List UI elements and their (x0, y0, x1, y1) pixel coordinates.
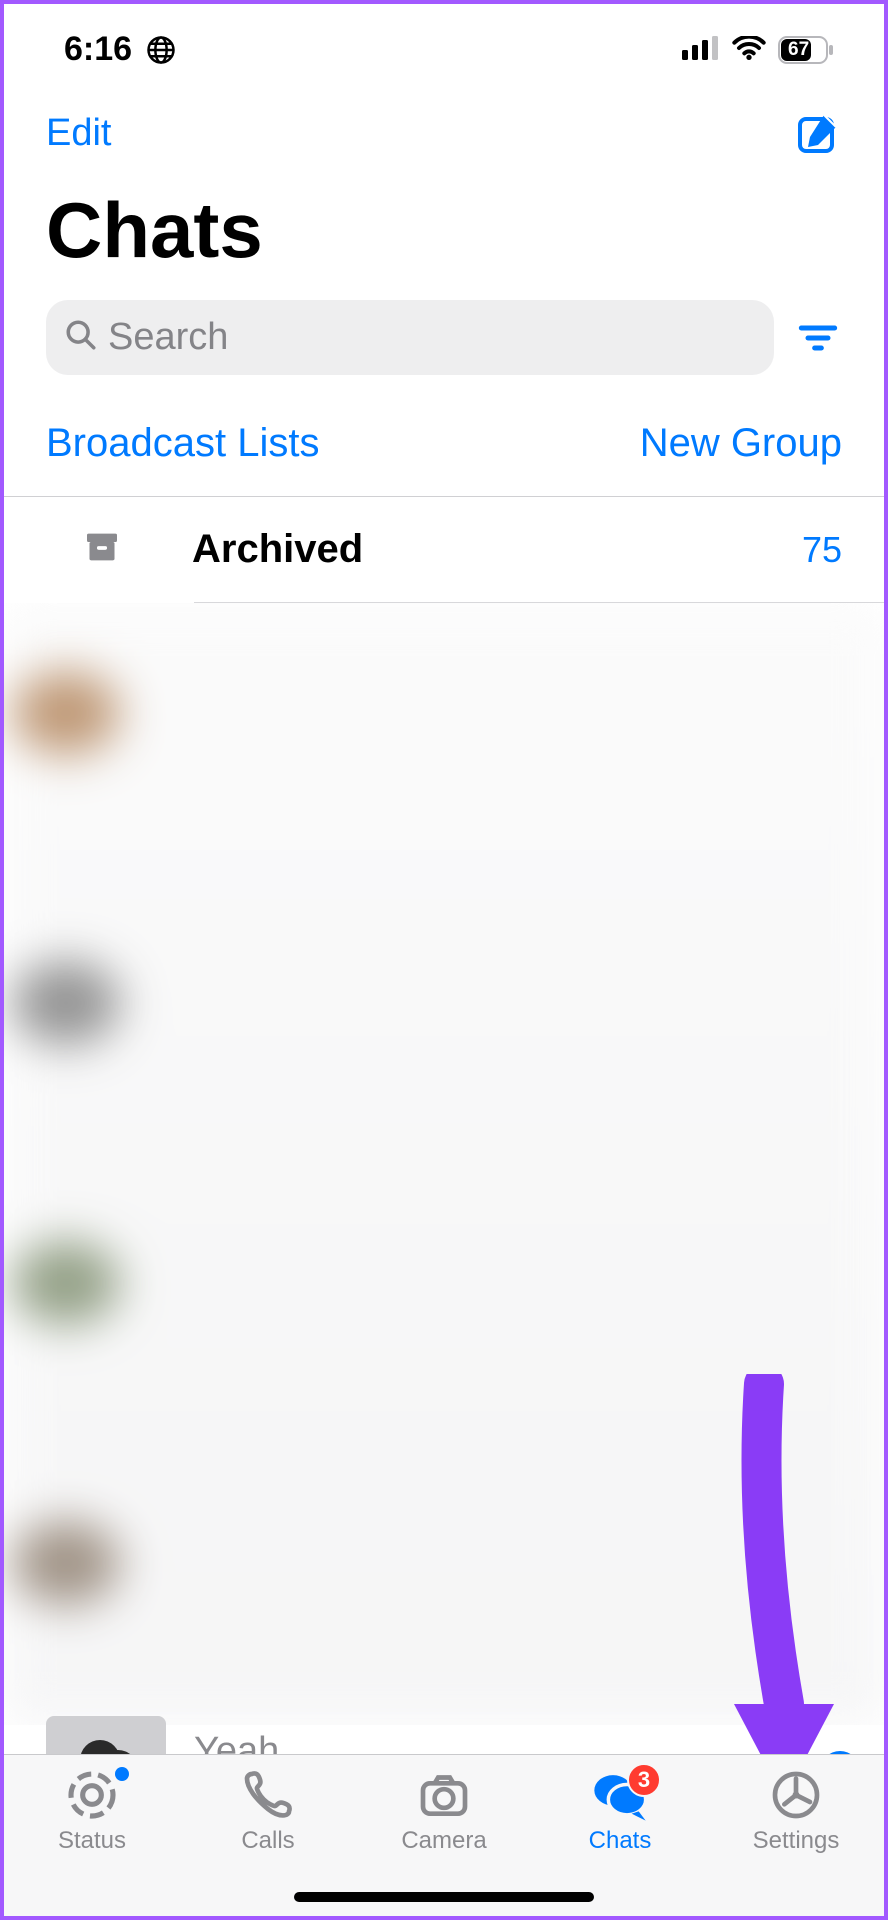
battery-level: 67 (788, 39, 809, 61)
chat-list[interactable] (4, 603, 884, 1725)
tab-camera[interactable]: Camera (359, 1767, 529, 1855)
phone-icon (240, 1767, 296, 1823)
filter-button[interactable] (794, 323, 842, 353)
search-input[interactable]: Search (46, 300, 774, 375)
tab-calls[interactable]: Calls (183, 1767, 353, 1855)
tab-label: Settings (753, 1827, 840, 1855)
status-bar: 6:16 (4, 4, 884, 79)
tab-settings[interactable]: Settings (711, 1767, 881, 1855)
archived-row[interactable]: Archived 75 (4, 497, 884, 602)
location-services-icon (146, 35, 176, 65)
wifi-icon (732, 30, 766, 69)
home-indicator[interactable] (294, 1892, 594, 1902)
search-icon (64, 318, 98, 357)
gear-icon (768, 1767, 824, 1823)
tab-label: Status (58, 1827, 126, 1855)
archived-label: Archived (192, 527, 732, 572)
status-time: 6:16 (64, 30, 132, 69)
blurred-content (4, 603, 884, 1725)
page-title: Chats (4, 165, 884, 300)
tab-label: Camera (401, 1827, 486, 1855)
search-placeholder: Search (108, 316, 228, 359)
status-dot-icon (115, 1767, 129, 1781)
tab-status[interactable]: Status (7, 1767, 177, 1855)
tab-label: Calls (241, 1827, 294, 1855)
broadcast-lists-button[interactable]: Broadcast Lists (46, 421, 319, 466)
cellular-signal-icon (682, 30, 720, 69)
tab-chats[interactable]: 3 Chats (535, 1767, 705, 1855)
tab-label: Chats (589, 1827, 652, 1855)
battery-icon: 67 (778, 36, 834, 64)
archive-icon (82, 527, 122, 572)
archived-count: 75 (802, 529, 842, 571)
new-group-button[interactable]: New Group (640, 421, 842, 466)
chats-badge: 3 (627, 1763, 661, 1797)
edit-button[interactable]: Edit (46, 112, 111, 155)
status-icon (64, 1767, 120, 1823)
compose-button[interactable] (794, 109, 842, 157)
nav-header: Edit (4, 79, 884, 165)
camera-icon (416, 1767, 472, 1823)
